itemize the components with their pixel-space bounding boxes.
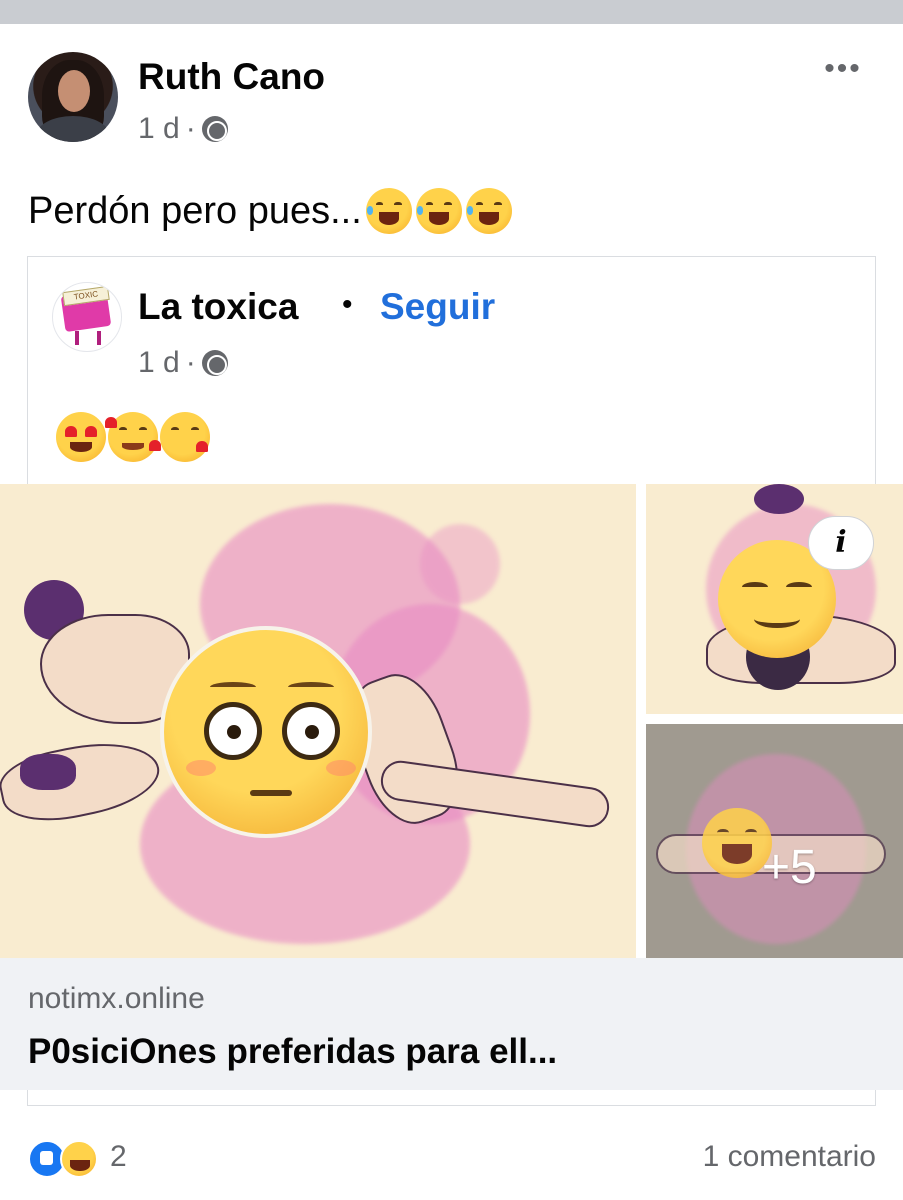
heart-eyes-emoji-icon <box>56 412 106 462</box>
rofl-emoji-icon <box>465 188 512 234</box>
post-meta: 1 d · <box>138 112 228 146</box>
post-text-content: Perdón pero pues... <box>28 189 362 232</box>
rofl-emoji-icon <box>415 188 462 234</box>
author-name[interactable]: Ruth Cano <box>138 56 325 98</box>
reaction-count[interactable]: 2 <box>110 1140 127 1174</box>
shared-post-text <box>56 412 210 462</box>
shared-post-meta: 1 d · <box>138 346 228 380</box>
shared-post-card-bottom <box>27 1090 876 1106</box>
follow-button[interactable]: Seguir <box>380 286 495 328</box>
follow-separator: • <box>342 288 353 321</box>
shared-post-time[interactable]: 1 d <box>138 346 180 380</box>
link-title[interactable]: P0siciOnes preferidas para ell... <box>28 1032 557 1072</box>
globe-icon <box>201 116 228 142</box>
kissing-heart-emoji-icon <box>160 412 210 462</box>
main-image[interactable] <box>0 484 636 958</box>
flushed-face-emoji-icon <box>160 626 372 838</box>
comment-count[interactable]: 1 comentario <box>703 1140 876 1174</box>
post-footer: 2 1 comentario <box>28 1136 876 1182</box>
post-text: Perdón pero pues... <box>28 188 512 234</box>
page-avatar[interactable]: TOXIC <box>52 282 122 352</box>
globe-icon <box>201 350 228 376</box>
ad-info-button[interactable]: i <box>808 516 874 570</box>
post-time[interactable]: 1 d <box>138 112 180 146</box>
meta-separator: · <box>185 346 196 379</box>
smiling-face-with-hearts-emoji-icon <box>105 412 161 462</box>
rofl-emoji-icon <box>365 188 412 234</box>
link-preview[interactable]: notimx.online P0siciOnes preferidas para… <box>0 958 903 1090</box>
haha-reaction-icon[interactable] <box>60 1140 98 1178</box>
feed-divider <box>0 0 903 24</box>
meta-separator: · <box>185 112 196 145</box>
more-photos-count[interactable]: +5 <box>762 840 817 895</box>
link-domain: notimx.online <box>28 982 205 1015</box>
side-image-top[interactable] <box>646 484 903 714</box>
author-avatar[interactable] <box>28 52 118 142</box>
more-options-button[interactable]: ••• <box>818 54 868 86</box>
page-name[interactable]: La toxica <box>138 286 298 328</box>
